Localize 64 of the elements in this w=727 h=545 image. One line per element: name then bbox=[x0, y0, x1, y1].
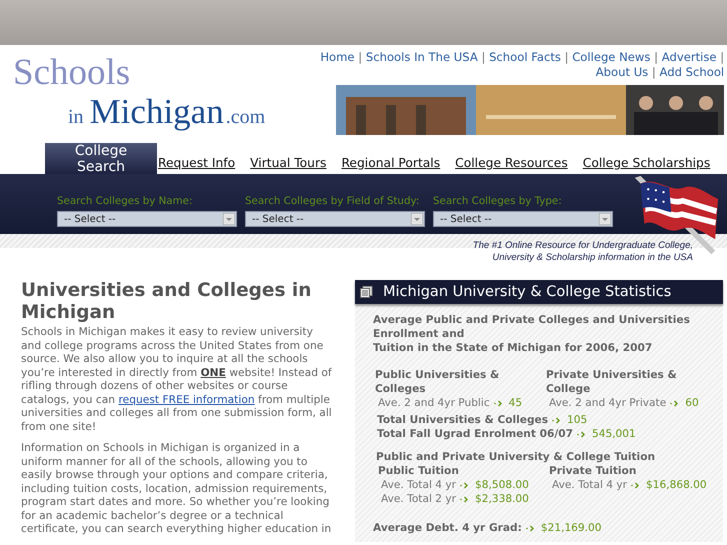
nav-tab[interactable]: Regional Portals bbox=[340, 155, 454, 171]
stats-intro: Average Public and Private Colleges and Universities Enrollment and Tuition in the State of Michigan for 2006, 2007 bbox=[373, 313, 691, 355]
stat-label: Ave. 2 and 4yr Private bbox=[549, 396, 666, 410]
column-heading: Private Tuition bbox=[549, 464, 638, 478]
stat-label: Ave. Total 4 yr bbox=[552, 478, 627, 492]
dropdown-arrow-icon bbox=[411, 213, 423, 225]
search-label: Search Colleges by Field of Study: bbox=[245, 194, 420, 209]
arrow-icon bbox=[460, 496, 471, 502]
select-dropdown[interactable]: -- Select -- bbox=[245, 211, 425, 227]
dropdown-arrow-icon bbox=[599, 213, 611, 225]
dropdown-arrow-icon bbox=[223, 213, 235, 225]
separator: | bbox=[720, 50, 724, 64]
nav-tab[interactable]: Virtual Tours bbox=[249, 155, 340, 171]
separator: | bbox=[358, 50, 362, 64]
separator: | bbox=[564, 50, 568, 64]
nav-link[interactable]: Schools In The USA bbox=[366, 50, 478, 64]
nav-link[interactable]: About Us bbox=[596, 65, 648, 79]
arrow-icon bbox=[494, 400, 505, 406]
stat-label: Ave. 2 and 4yr Public bbox=[378, 396, 490, 410]
body-paragraph: Information on Schools in Michigan is organized in a uniform manner for all of the schools, allowing you to easily browse through your options and compare criteria, including tuition costs, location, admission requirements, program start dates and more. So whether you’re looking for an academic bachelor’s degree or a technical certificate, you can search everything higher education in bbox=[21, 441, 332, 536]
search-label: Search Colleges by Name: bbox=[57, 194, 192, 209]
nav-tab[interactable]: College Resources bbox=[454, 155, 582, 171]
nav-tab[interactable]: College Scholarships bbox=[582, 155, 724, 171]
stat-value: $8,508.00 bbox=[475, 478, 529, 492]
stat-label: Average Debt. 4 yr Grad: bbox=[373, 521, 522, 535]
arrow-icon bbox=[576, 430, 588, 438]
stat-label: Total Fall Ugrad Enrolment 06/07 bbox=[377, 427, 573, 441]
tagline: The #1 Online Resource for Undergraduate College, University & Scholarship information in the USA bbox=[472, 240, 693, 265]
column-heading: Private Universities & College bbox=[546, 368, 678, 396]
column-heading: Public Universities & Colleges bbox=[375, 368, 500, 396]
select-dropdown[interactable]: -- Select -- bbox=[433, 211, 613, 227]
request-info-link[interactable]: request FREE information bbox=[118, 392, 255, 406]
stat-value: $21,169.00 bbox=[540, 521, 602, 535]
arrow-icon bbox=[526, 524, 537, 532]
arrow-icon bbox=[460, 482, 471, 488]
stat-label: Ave. Total 2 yr bbox=[381, 492, 456, 506]
stat-label: Ave. Total 4 yr bbox=[381, 478, 456, 492]
stat-value: $2,338.00 bbox=[475, 492, 529, 506]
nav-tab[interactable]: College Search bbox=[45, 143, 157, 174]
nav-link[interactable]: College News bbox=[572, 50, 650, 64]
intro-paragraph: Schools in Michigan makes it easy to review university and college programs across the United States from one source. We also allow you to inquire at all the schools you’re interested in directly from ONE website! Instead of rifling through dozens of other websites or course catalogs, you can request FREE information from multiple universities and colleges all from one submission form, all from one site! bbox=[21, 325, 333, 433]
search-label: Search Colleges by Type: bbox=[433, 194, 562, 209]
site-logo[interactable]: Schools in Michigan.com bbox=[11, 50, 270, 138]
tuition-heading: Public and Private University & College Tuition bbox=[375, 450, 656, 464]
stat-label: Total Universities & Colleges bbox=[377, 413, 548, 427]
stat-value: 545,001 bbox=[592, 427, 636, 441]
nav-link[interactable]: Advertise bbox=[662, 50, 717, 64]
separator: | bbox=[654, 50, 658, 64]
article-title: Universities and Colleges in Michigan bbox=[21, 280, 312, 324]
column-heading: Public Tuition bbox=[378, 464, 460, 478]
select-dropdown[interactable]: -- Select -- bbox=[57, 211, 237, 227]
stat-value: 60 bbox=[685, 396, 699, 410]
document-icon bbox=[360, 286, 373, 298]
nav-link[interactable]: Add School bbox=[660, 65, 724, 79]
stat-value: 45 bbox=[508, 396, 522, 410]
nav-tab[interactable]: Request Info bbox=[157, 155, 250, 171]
separator: | bbox=[652, 65, 656, 79]
stat-value: 105 bbox=[567, 413, 588, 427]
stat-value: $16,868.00 bbox=[646, 478, 707, 492]
panel-title: Michigan University & College Statistics bbox=[383, 284, 672, 300]
nav-link[interactable]: School Facts bbox=[489, 50, 561, 64]
nav-link[interactable]: Home bbox=[320, 50, 355, 64]
arrow-icon bbox=[631, 482, 642, 488]
separator: | bbox=[481, 50, 486, 64]
